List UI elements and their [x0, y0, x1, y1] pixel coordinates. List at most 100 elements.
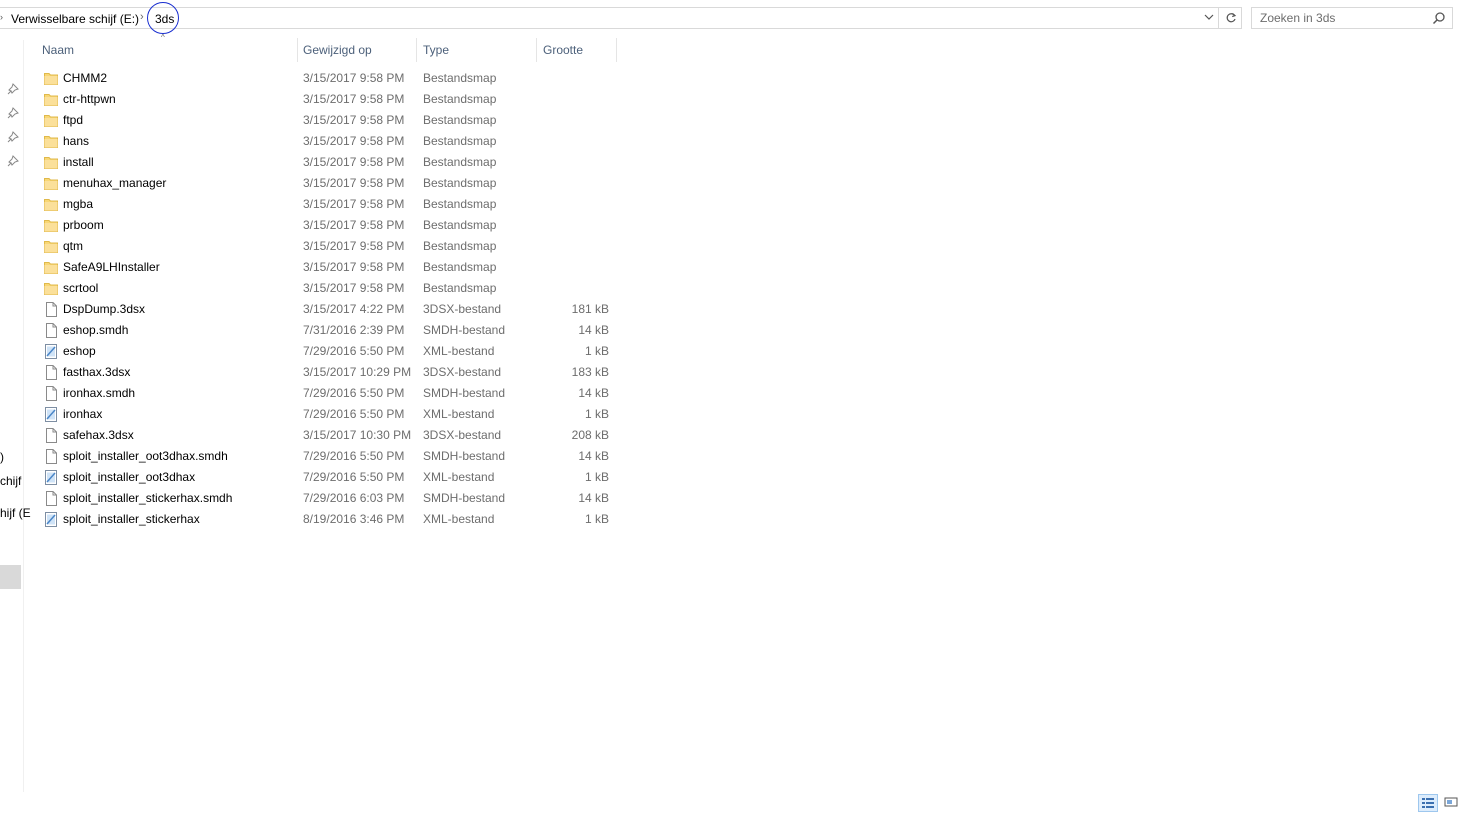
breadcrumb-current-folder[interactable]: 3ds [155, 12, 174, 26]
file-type: Bestandsmap [423, 71, 497, 85]
file-type: XML-bestand [423, 470, 495, 484]
file-row[interactable]: SafeA9LHInstaller 3/15/2017 9:58 PM Bestan… [38, 257, 616, 278]
chevron-down-icon[interactable] [1201, 11, 1217, 27]
file-row[interactable]: ctr-httpwn 3/15/2017 9:58 PM Bestandsmap [38, 89, 616, 110]
column-divider[interactable] [416, 38, 417, 62]
nav-item-label[interactable]: chijf [0, 474, 21, 488]
file-name[interactable]: sploit_installer_stickerhax [63, 512, 200, 527]
refresh-icon[interactable] [1218, 8, 1242, 28]
details-view-icon [1422, 798, 1434, 808]
file-name[interactable]: hans [63, 134, 89, 149]
file-row[interactable]: fasthax.3dsx 3/15/2017 10:29 PM 3DSX-besta… [38, 362, 616, 383]
column-divider[interactable] [297, 38, 298, 62]
file-type: Bestandsmap [423, 113, 497, 127]
search-icon[interactable] [1432, 11, 1446, 25]
file-size: 181 kB [571, 302, 609, 316]
column-header-label: Type [423, 43, 450, 57]
file-row[interactable]: hans 3/15/2017 9:58 PM Bestandsmap [38, 131, 616, 152]
file-row[interactable]: eshop 7/29/2016 5:50 PM XML-bestand 1 kB [38, 341, 616, 362]
file-row[interactable]: ironhax.smdh 7/29/2016 5:50 PM SMDH-bestan… [38, 383, 616, 404]
file-row[interactable]: menuhax_manager 3/15/2017 9:58 PM Bestands… [38, 173, 616, 194]
file-row[interactable]: sploit_installer_stickerhax 8/19/2016 3:4… [38, 509, 616, 530]
file-name[interactable]: ftpd [63, 113, 83, 128]
folder-icon [44, 218, 58, 233]
search-input[interactable] [1260, 11, 1430, 25]
xml-file-icon [44, 407, 58, 422]
file-name[interactable]: scrtool [63, 281, 98, 296]
sort-ascending-icon: ^ [161, 33, 165, 42]
nav-item-selected[interactable] [0, 565, 21, 589]
navigation-pane[interactable]: ) chijf hijf (E [0, 40, 31, 792]
file-name[interactable]: ctr-httpwn [63, 92, 116, 107]
file-row[interactable]: sploit_installer_oot3dhax 7/29/2016 5:50 … [38, 467, 616, 488]
file-name[interactable]: install [63, 155, 94, 170]
file-name[interactable]: mgba [63, 197, 93, 212]
column-divider[interactable] [616, 38, 617, 62]
file-name[interactable]: sploit_installer_oot3dhax [63, 470, 195, 485]
nav-item-label[interactable]: ) [0, 450, 4, 464]
file-type: Bestandsmap [423, 218, 497, 232]
breadcrumb-drive[interactable]: Verwisselbare schijf (E:) [11, 12, 139, 26]
file-type: Bestandsmap [423, 197, 497, 211]
pin-icon[interactable] [7, 107, 19, 119]
file-name[interactable]: sploit_installer_oot3dhax.smdh [63, 449, 228, 464]
file-modified: 3/15/2017 10:29 PM [303, 365, 412, 379]
column-header-name[interactable]: Naam [42, 38, 298, 62]
file-type: 3DSX-bestand [423, 365, 502, 379]
folder-icon [44, 92, 58, 107]
file-row[interactable]: CHMM2 3/15/2017 9:58 PM Bestandsmap [38, 68, 616, 89]
pin-icon[interactable] [7, 131, 19, 143]
file-name[interactable]: safehax.3dsx [63, 428, 134, 443]
file-name[interactable]: CHMM2 [63, 71, 107, 86]
file-name[interactable]: DspDump.3dsx [63, 302, 145, 317]
file-name[interactable]: ironhax [63, 407, 102, 422]
file-modified: 3/15/2017 9:58 PM [303, 218, 405, 232]
file-name[interactable]: prboom [63, 218, 104, 233]
file-name[interactable]: qtm [63, 239, 83, 254]
column-header-modified[interactable]: Gewijzigd op [303, 38, 417, 62]
file-name[interactable]: ironhax.smdh [63, 386, 135, 401]
column-header-label: Grootte [543, 43, 584, 57]
file-name[interactable]: sploit_installer_stickerhax.smdh [63, 491, 232, 506]
pin-icon[interactable] [7, 155, 19, 167]
file-type: Bestandsmap [423, 260, 497, 274]
file-row[interactable]: scrtool 3/15/2017 9:58 PM Bestandsmap [38, 278, 616, 299]
file-row[interactable]: mgba 3/15/2017 9:58 PM Bestandsmap [38, 194, 616, 215]
file-row[interactable]: safehax.3dsx 3/15/2017 10:30 PM 3DSX-besta… [38, 425, 616, 446]
file-name[interactable]: fasthax.3dsx [63, 365, 130, 380]
pin-icon[interactable] [7, 83, 19, 95]
file-row[interactable]: ironhax 7/29/2016 5:50 PM XML-bestand 1 kB [38, 404, 616, 425]
file-row[interactable]: eshop.smdh 7/31/2016 2:39 PM SMDH-bestand 1… [38, 320, 616, 341]
file-row[interactable]: DspDump.3dsx 3/15/2017 4:22 PM 3DSX-bestan… [38, 299, 616, 320]
file-row[interactable]: sploit_installer_oot3dhax.smdh 7/29/2016 … [38, 446, 616, 467]
file-row[interactable]: prboom 3/15/2017 9:58 PM Bestandsmap [38, 215, 616, 236]
file-type: Bestandsmap [423, 92, 497, 106]
chevron-right-icon[interactable]: › [0, 12, 3, 22]
file-name[interactable]: eshop [63, 344, 96, 359]
file-name[interactable]: SafeA9LHInstaller [63, 260, 160, 275]
file-name[interactable]: eshop.smdh [63, 323, 128, 338]
folder-icon [44, 155, 58, 170]
file-row[interactable]: qtm 3/15/2017 9:58 PM Bestandsmap [38, 236, 616, 257]
search-box[interactable] [1251, 7, 1453, 29]
column-header-type[interactable]: Type [423, 38, 537, 62]
large-icons-view-button[interactable] [1442, 794, 1462, 812]
file-modified: 3/15/2017 9:58 PM [303, 155, 405, 169]
column-divider[interactable] [536, 38, 537, 62]
details-view-button[interactable] [1418, 794, 1438, 812]
file-row[interactable]: install 3/15/2017 9:58 PM Bestandsmap [38, 152, 616, 173]
file-size: 14 kB [578, 323, 609, 337]
file-modified: 3/15/2017 9:58 PM [303, 71, 405, 85]
column-header-size[interactable]: Grootte [543, 38, 617, 62]
file-modified: 7/29/2016 5:50 PM [303, 449, 405, 463]
file-row[interactable]: ftpd 3/15/2017 9:58 PM Bestandsmap [38, 110, 616, 131]
breadcrumb-separator-icon[interactable]: › [140, 11, 144, 23]
address-bar[interactable]: › Verwisselbare schijf (E:) › 3ds [0, 2, 1242, 34]
file-modified: 3/15/2017 9:58 PM [303, 134, 405, 148]
nav-item-label[interactable]: hijf (E [0, 506, 31, 520]
file-name[interactable]: menuhax_manager [63, 176, 166, 191]
file-row[interactable]: sploit_installer_stickerhax.smdh 7/29/201… [38, 488, 616, 509]
file-size: 208 kB [571, 428, 609, 442]
file-size: 1 kB [584, 470, 609, 484]
file-type: XML-bestand [423, 344, 495, 358]
